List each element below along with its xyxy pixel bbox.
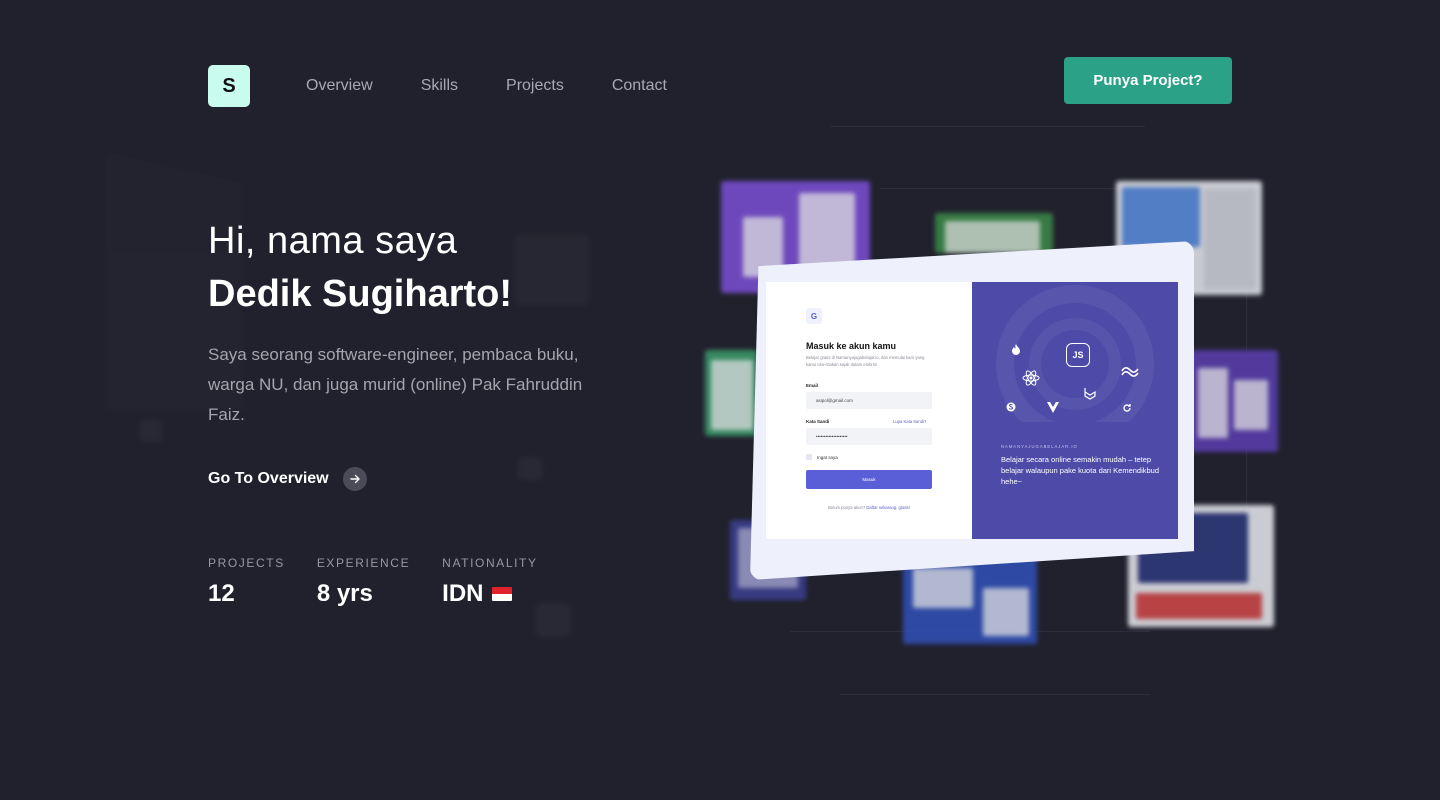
mockup-password-label: Kata Sandi bbox=[806, 419, 830, 424]
nav-contact[interactable]: Contact bbox=[612, 76, 667, 96]
hero-greeting: Hi, nama saya bbox=[208, 220, 458, 262]
fire-icon bbox=[1009, 342, 1023, 356]
stat-value-text: 12 bbox=[208, 580, 235, 607]
project-thumbnail bbox=[1190, 350, 1278, 452]
decor-shape bbox=[515, 235, 589, 305]
project-thumbnail bbox=[903, 558, 1037, 644]
mockup-email-field: asipol@gmail.com bbox=[806, 392, 932, 409]
mockup-email-label: Email bbox=[806, 383, 819, 388]
stat-value-text: IDN bbox=[442, 580, 484, 607]
laravel-icon bbox=[1082, 385, 1098, 401]
checkbox-icon bbox=[806, 454, 812, 460]
arrow-right-icon bbox=[342, 467, 367, 491]
mockup-remember: Ingat saya bbox=[806, 454, 838, 460]
stat-label: NATIONALITY bbox=[442, 556, 538, 570]
stat-experience: EXPERIENCE 8 yrs bbox=[317, 556, 410, 608]
stat-value: 8 yrs bbox=[317, 580, 410, 608]
stat-nationality: NATIONALITY IDN bbox=[442, 556, 537, 608]
mockup-login-desc: Belajar gratis di Namanyajugabelajar.io,… bbox=[806, 355, 925, 367]
decor-line bbox=[840, 694, 1150, 695]
decor-shape bbox=[518, 458, 542, 480]
mockup-password-field: •••••••••••••••••••• bbox=[806, 428, 932, 445]
refresh-icon bbox=[1121, 402, 1133, 414]
punya-project-button[interactable]: Punya Project? bbox=[1064, 57, 1232, 104]
project-mockup-screen: G Masuk ke akun kamu Belajar gratis di N… bbox=[766, 282, 1178, 539]
vue-icon bbox=[1046, 400, 1060, 414]
stat-value: IDN bbox=[442, 580, 537, 608]
mockup-promo-tag: NAMANYAJUGABELAJAR.IO bbox=[1001, 444, 1078, 449]
stat-projects: PROJECTS 12 bbox=[208, 556, 285, 608]
sass-icon bbox=[1005, 401, 1017, 413]
tailwind-icon bbox=[1120, 364, 1140, 378]
indonesia-flag-icon bbox=[491, 587, 512, 601]
react-icon bbox=[1022, 369, 1040, 387]
project-thumbnail bbox=[935, 213, 1053, 253]
mockup-signup-link: Daftar sekarang, gratis! bbox=[866, 505, 910, 510]
decor-line bbox=[830, 126, 1145, 127]
mockup-submit-button: Masuk bbox=[806, 470, 932, 489]
main-nav: Overview Skills Projects Contact bbox=[306, 76, 667, 96]
go-to-overview-label: Go To Overview bbox=[208, 470, 329, 487]
mockup-signup-text: Belum punya akun? Daftar sekarang, grati… bbox=[766, 505, 972, 510]
nav-projects[interactable]: Projects bbox=[506, 76, 564, 96]
hero-name: Dedik Sugiharto! bbox=[208, 273, 513, 315]
site-logo[interactable]: S bbox=[208, 65, 250, 107]
project-thumbnail bbox=[705, 350, 757, 436]
mockup-promo-text: Belajar secara online semakin mudah – te… bbox=[1001, 455, 1160, 486]
stat-value-text: 8 yrs bbox=[316, 580, 373, 607]
nav-overview[interactable]: Overview bbox=[306, 76, 373, 96]
stats-row: PROJECTS 12 EXPERIENCE 8 yrs NATIONALITY… bbox=[208, 556, 538, 608]
nav-skills[interactable]: Skills bbox=[421, 76, 458, 96]
stat-label: PROJECTS bbox=[208, 556, 285, 570]
stat-label: EXPERIENCE bbox=[316, 556, 411, 570]
mockup-forgot-link: Lupa Kata Sandi? bbox=[893, 419, 927, 424]
hero-bio: Saya seorang software-engineer, pembaca … bbox=[208, 345, 583, 424]
mockup-remember-label: Ingat saya bbox=[817, 454, 838, 460]
nodejs-icon: JS bbox=[1066, 343, 1090, 367]
mockup-signup-prompt: Belum punya akun? bbox=[828, 505, 866, 510]
go-to-overview-link[interactable]: Go To Overview bbox=[208, 467, 367, 491]
stat-value: 12 bbox=[208, 580, 285, 608]
decor-shape bbox=[140, 420, 162, 442]
mockup-promo-panel: JS NAMANYAJUGABELAJAR.IO Belajar secara … bbox=[972, 282, 1178, 539]
decor-shape bbox=[535, 603, 571, 637]
mockup-login-title: Masuk ke akun kamu bbox=[806, 341, 897, 351]
mockup-logo: G bbox=[806, 308, 822, 324]
mockup-login-panel: G Masuk ke akun kamu Belajar gratis di N… bbox=[766, 282, 972, 539]
